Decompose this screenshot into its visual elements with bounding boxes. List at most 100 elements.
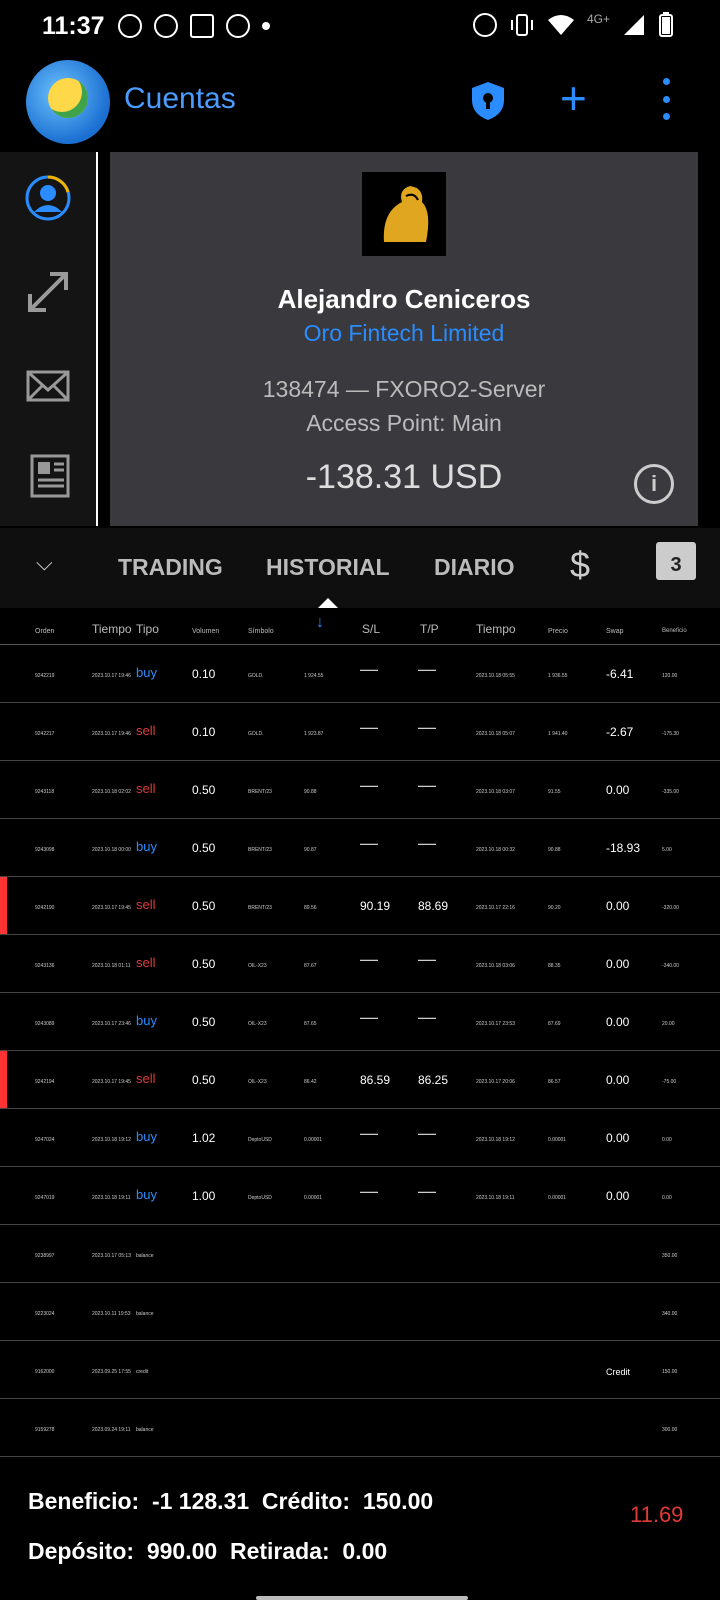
table-row[interactable]: 9243136 2023.10.18 01:11 sell 0.50 OIL-X23 87… bbox=[0, 935, 720, 993]
cell-precio-open: 87.67 bbox=[304, 963, 317, 969]
cell-swap: Credit bbox=[606, 1367, 631, 1377]
table-row[interactable]: 9242219 2023.10.17 19:46 buy 0.10 GOLD. 1 924… bbox=[0, 645, 720, 703]
header-sl[interactable]: S/L bbox=[362, 622, 380, 636]
cell-tp: 86.25 bbox=[418, 1073, 449, 1087]
currency-exchange-icon[interactable]: $ bbox=[570, 544, 590, 586]
tab-trading[interactable]: TRADING bbox=[118, 554, 223, 581]
shield-lock-icon[interactable] bbox=[470, 80, 506, 122]
cell-beneficio: 350.00 bbox=[662, 1253, 678, 1259]
table-row[interactable]: 9243118 2023.10.18 02:02 sell 0.50 BRENT/23 9… bbox=[0, 761, 720, 819]
chevron-down-icon[interactable]: ⌵ bbox=[36, 550, 53, 576]
margin-level: 11.69 bbox=[630, 1502, 684, 1527]
cell-beneficio: -175.30 bbox=[662, 731, 679, 737]
cell-volumen: 0.50 bbox=[192, 957, 216, 971]
cell-tipo: balance bbox=[136, 1311, 154, 1317]
history-table: Orden Tiempo Tipo Volumen Símbolo ↓ S/L … bbox=[0, 610, 720, 1457]
cell-simbolo: GOLD. bbox=[248, 731, 264, 737]
account-card[interactable]: Alejandro Ceniceros Oro Fintech Limited … bbox=[110, 152, 698, 526]
cell-tipo: sell bbox=[136, 955, 156, 970]
header-orden[interactable]: Orden bbox=[35, 628, 54, 635]
table-row[interactable]: 9162000 2023.09.25 17:55 credit Credit 150.0… bbox=[0, 1341, 720, 1399]
cell-precio-open: 90.87 bbox=[304, 847, 317, 853]
cell-precio: 90.88 bbox=[548, 847, 561, 853]
sort-arrow-icon[interactable]: ↓ bbox=[316, 614, 324, 632]
cell-volumen: 0.50 bbox=[192, 783, 216, 797]
arrows-icon[interactable] bbox=[24, 268, 72, 316]
cell-volumen: 0.50 bbox=[192, 899, 216, 913]
table-row[interactable]: 9243089 2023.10.17 23:46 buy 0.50 OIL-X23 87.… bbox=[0, 993, 720, 1051]
header-tiempo[interactable]: Tiempo bbox=[92, 622, 132, 636]
cell-precio-open: 89.56 bbox=[304, 905, 317, 911]
cell-tp: 88.69 bbox=[418, 899, 449, 913]
broker-name[interactable]: Oro Fintech Limited bbox=[110, 320, 698, 347]
cell-simbolo: BRENT/23 bbox=[248, 847, 272, 853]
cell-precio: 0.00001 bbox=[548, 1137, 567, 1143]
cell-sl: — bbox=[360, 659, 378, 679]
cell-orden: 9243118 bbox=[35, 789, 55, 795]
table-row[interactable]: 9242217 2023.10.17 19:46 sell 0.10 GOLD. 1 92… bbox=[0, 703, 720, 761]
home-indicator[interactable] bbox=[256, 1596, 468, 1600]
tab-historial[interactable]: HISTORIAL bbox=[266, 554, 390, 581]
notification-icons bbox=[118, 14, 270, 38]
news-icon[interactable] bbox=[24, 452, 72, 500]
cell-tiempo: 2023.10.18 00:00 bbox=[92, 847, 131, 853]
table-row[interactable]: 9247019 2023.10.18 19:11 buy 1.00 DeptoUSD 0.… bbox=[0, 1167, 720, 1225]
header-precio[interactable]: Precio bbox=[548, 628, 568, 635]
info-icon[interactable]: i bbox=[634, 464, 674, 504]
summary-line-2: Depósito: 990.00 Retirada: 0.00 bbox=[28, 1538, 388, 1564]
cell-volumen: 0.10 bbox=[192, 725, 216, 739]
table-row[interactable]: 9223024 2023.10.11 19:53 balance 340.00 bbox=[0, 1283, 720, 1341]
cell-tp: — bbox=[418, 1007, 436, 1027]
header-tiempo-close[interactable]: Tiempo bbox=[476, 622, 516, 636]
cell-tipo: buy bbox=[136, 839, 157, 854]
cell-precio-open: 1 924.55 bbox=[304, 673, 324, 679]
add-account-button[interactable]: + bbox=[560, 75, 587, 121]
cell-tiempo: 2023.10.17 19:46 bbox=[92, 731, 131, 737]
cell-orden: 9159278 bbox=[35, 1427, 55, 1433]
alarm-icon bbox=[472, 13, 497, 37]
cell-orden: 9243089 bbox=[35, 1021, 55, 1027]
header-swap[interactable]: Swap bbox=[606, 628, 624, 635]
cell-tp: — bbox=[418, 717, 436, 737]
cell-tp: — bbox=[418, 775, 436, 795]
cell-precio: 90.20 bbox=[548, 905, 561, 911]
header-beneficio[interactable]: Beneficio bbox=[662, 628, 687, 634]
cell-orden: 9243098 bbox=[35, 847, 55, 853]
cell-tiempo: 2023.10.17 19:46 bbox=[92, 673, 131, 679]
table-row[interactable]: 9243098 2023.10.18 00:00 buy 0.50 BRENT/23 90… bbox=[0, 819, 720, 877]
header-simbolo[interactable]: Símbolo bbox=[248, 628, 274, 635]
header-tipo[interactable]: Tipo bbox=[136, 622, 159, 636]
cell-precio-open: 86.42 bbox=[304, 1079, 317, 1085]
cell-volumen: 0.50 bbox=[192, 1073, 216, 1087]
cell-beneficio: 340.00 bbox=[662, 1311, 678, 1317]
cell-precio: 86.57 bbox=[548, 1079, 561, 1085]
cell-orden: 9242217 bbox=[35, 731, 55, 737]
table-body: 9242219 2023.10.17 19:46 buy 0.10 GOLD. 1 924… bbox=[0, 645, 720, 1457]
tab-diario[interactable]: DIARIO bbox=[434, 554, 515, 581]
cell-orden: 9162000 bbox=[35, 1369, 55, 1375]
reddit-icon bbox=[118, 14, 142, 38]
table-row[interactable]: 9247024 2023.10.18 19:12 buy 1.02 DeptoUSD 0.… bbox=[0, 1109, 720, 1167]
table-row[interactable]: 9242190 2023.10.17 19:45 sell 0.50 BRENT/23 8… bbox=[0, 877, 720, 935]
cell-swap: 0.00 bbox=[606, 1131, 630, 1145]
cell-tiempo2: 2023.10.17 23:53 bbox=[476, 1021, 515, 1027]
mail-icon[interactable] bbox=[24, 362, 72, 410]
header-volumen[interactable]: Volumen bbox=[192, 628, 219, 635]
calendar-icon[interactable]: 3 bbox=[656, 542, 696, 580]
header-tp[interactable]: T/P bbox=[420, 622, 439, 636]
user-icon[interactable] bbox=[24, 174, 72, 222]
cell-volumen: 1.02 bbox=[192, 1131, 216, 1145]
cell-precio-open: 87.65 bbox=[304, 1021, 317, 1027]
more-vert-icon[interactable] bbox=[660, 78, 672, 120]
cell-simbolo: DeptoUSD bbox=[248, 1195, 272, 1201]
cell-tiempo2: 2023.10.18 19:12 bbox=[476, 1137, 515, 1143]
tab-bar: ⌵ TRADING HISTORIAL DIARIO $ 3 bbox=[0, 528, 720, 608]
table-row[interactable]: 9238997 2023.10.17 05:13 balance 350.00 bbox=[0, 1225, 720, 1283]
cell-swap: 0.00 bbox=[606, 957, 630, 971]
table-row[interactable]: 9242194 2023.10.17 19:45 sell 0.50 OIL-X23 86… bbox=[0, 1051, 720, 1109]
table-row[interactable]: 9159278 2023.09.24 19:11 balance 300.00 bbox=[0, 1399, 720, 1457]
cell-swap: 0.00 bbox=[606, 783, 630, 797]
battery-icon bbox=[659, 12, 673, 37]
cell-tiempo: 2023.10.11 19:53 bbox=[92, 1311, 131, 1317]
cell-tiempo: 2023.10.18 19:12 bbox=[92, 1137, 131, 1143]
